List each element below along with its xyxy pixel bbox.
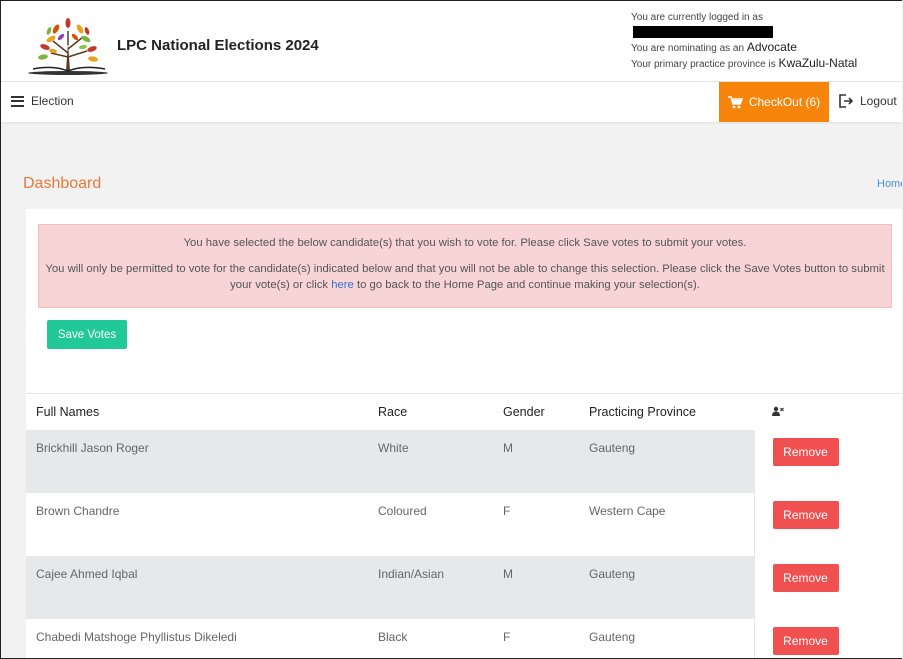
cell-race: Coloured <box>368 493 493 556</box>
tree-logo-icon <box>28 18 108 75</box>
header-action <box>754 393 902 430</box>
user-remove-icon <box>772 406 784 416</box>
main-card: You have selected the below candidate(s)… <box>26 209 902 658</box>
app-frame: LPC National Elections 2024 You are curr… <box>0 0 902 659</box>
cell-race: Indian/Asian <box>368 556 493 619</box>
cell-gender: M <box>493 556 579 619</box>
cell-action: Remove <box>753 619 902 658</box>
cell-province: Western Cape <box>579 493 754 556</box>
logged-in-prefix: You are currently logged in as <box>631 12 763 23</box>
cell-race: Black <box>368 619 493 658</box>
election-label: Election <box>31 94 74 108</box>
nominating-role: Advocate <box>746 40 797 54</box>
cell-race: White <box>368 430 493 493</box>
cell-province: Gauteng <box>579 430 754 493</box>
save-votes-button[interactable]: Save Votes <box>47 320 127 349</box>
cell-full-name: Brickhill Jason Roger <box>26 430 368 493</box>
candidates-table: Full Names Race Gender Practicing Provin… <box>26 393 902 658</box>
nominating-line: You are nominating as an Advocate <box>631 40 902 56</box>
nominating-prefix: You are nominating as an <box>631 43 745 54</box>
cell-full-name: Cajee Ahmed Iqbal <box>26 556 368 619</box>
checkout-button[interactable]: CheckOut (6) <box>719 82 829 122</box>
remove-button[interactable]: Remove <box>772 564 839 592</box>
redacted-username <box>633 26 773 39</box>
cell-action: Remove <box>753 556 902 619</box>
alert-line-1: You have selected the below candidate(s)… <box>183 237 747 249</box>
header-gender: Gender <box>493 393 579 430</box>
alert-line-2: You will only be permitted to vote for t… <box>39 261 891 293</box>
vote-alert: You have selected the below candidate(s)… <box>38 224 892 308</box>
cell-gender: F <box>493 493 579 556</box>
hamburger-icon <box>11 95 24 107</box>
cell-action: Remove <box>753 430 902 493</box>
site-header: LPC National Elections 2024 You are curr… <box>1 1 902 82</box>
province-prefix: Your primary practice province is <box>631 59 776 70</box>
logout-button[interactable]: Logout <box>839 94 897 108</box>
table-row: Brickhill Jason Roger White M Gauteng Re… <box>26 430 902 493</box>
home-page-link[interactable]: here <box>331 279 354 291</box>
table-row: Cajee Ahmed Iqbal Indian/Asian M Gauteng… <box>26 556 902 619</box>
checkout-label: CheckOut (6) <box>748 95 821 109</box>
user-info: You are currently logged in as You are n… <box>631 10 902 72</box>
province-line: Your primary practice province is KwaZul… <box>631 56 902 72</box>
cell-gender: F <box>493 619 579 658</box>
election-menu-button[interactable]: Election <box>11 94 74 108</box>
logout-label: Logout <box>860 94 897 108</box>
primary-province: KwaZulu-Natal <box>778 56 858 70</box>
table-row: Chabedi Matshoge Phyllistus Dikeledi Bla… <box>26 619 902 658</box>
site-title: LPC National Elections 2024 <box>117 37 319 54</box>
cell-province: Gauteng <box>579 619 754 658</box>
remove-button[interactable]: Remove <box>772 501 839 529</box>
header-race: Race <box>368 393 493 430</box>
header-full-names: Full Names <box>26 393 368 430</box>
remove-button[interactable]: Remove <box>772 627 839 655</box>
alert-line-2-post: to go back to the Home Page and continue… <box>356 279 700 291</box>
cell-full-name: Brown Chandre <box>26 493 368 556</box>
cell-full-name: Chabedi Matshoge Phyllistus Dikeledi <box>26 619 368 658</box>
logged-in-line: You are currently logged in as <box>631 10 902 40</box>
cell-action: Remove <box>753 493 902 556</box>
page-title: Dashboard <box>23 175 102 192</box>
navbar: Election CheckOut (6) Logout <box>1 82 902 122</box>
cell-province: Gauteng <box>579 556 754 619</box>
cell-gender: M <box>493 430 579 493</box>
breadcrumb-home-link[interactable]: Home <box>877 178 902 190</box>
cart-icon <box>727 95 743 108</box>
logout-icon <box>839 94 854 108</box>
header-practicing-province: Practicing Province <box>579 393 754 430</box>
table-header-row: Full Names Race Gender Practicing Provin… <box>26 393 902 430</box>
table-row: Brown Chandre Coloured F Western Cape Re… <box>26 493 902 556</box>
remove-button[interactable]: Remove <box>772 438 839 466</box>
